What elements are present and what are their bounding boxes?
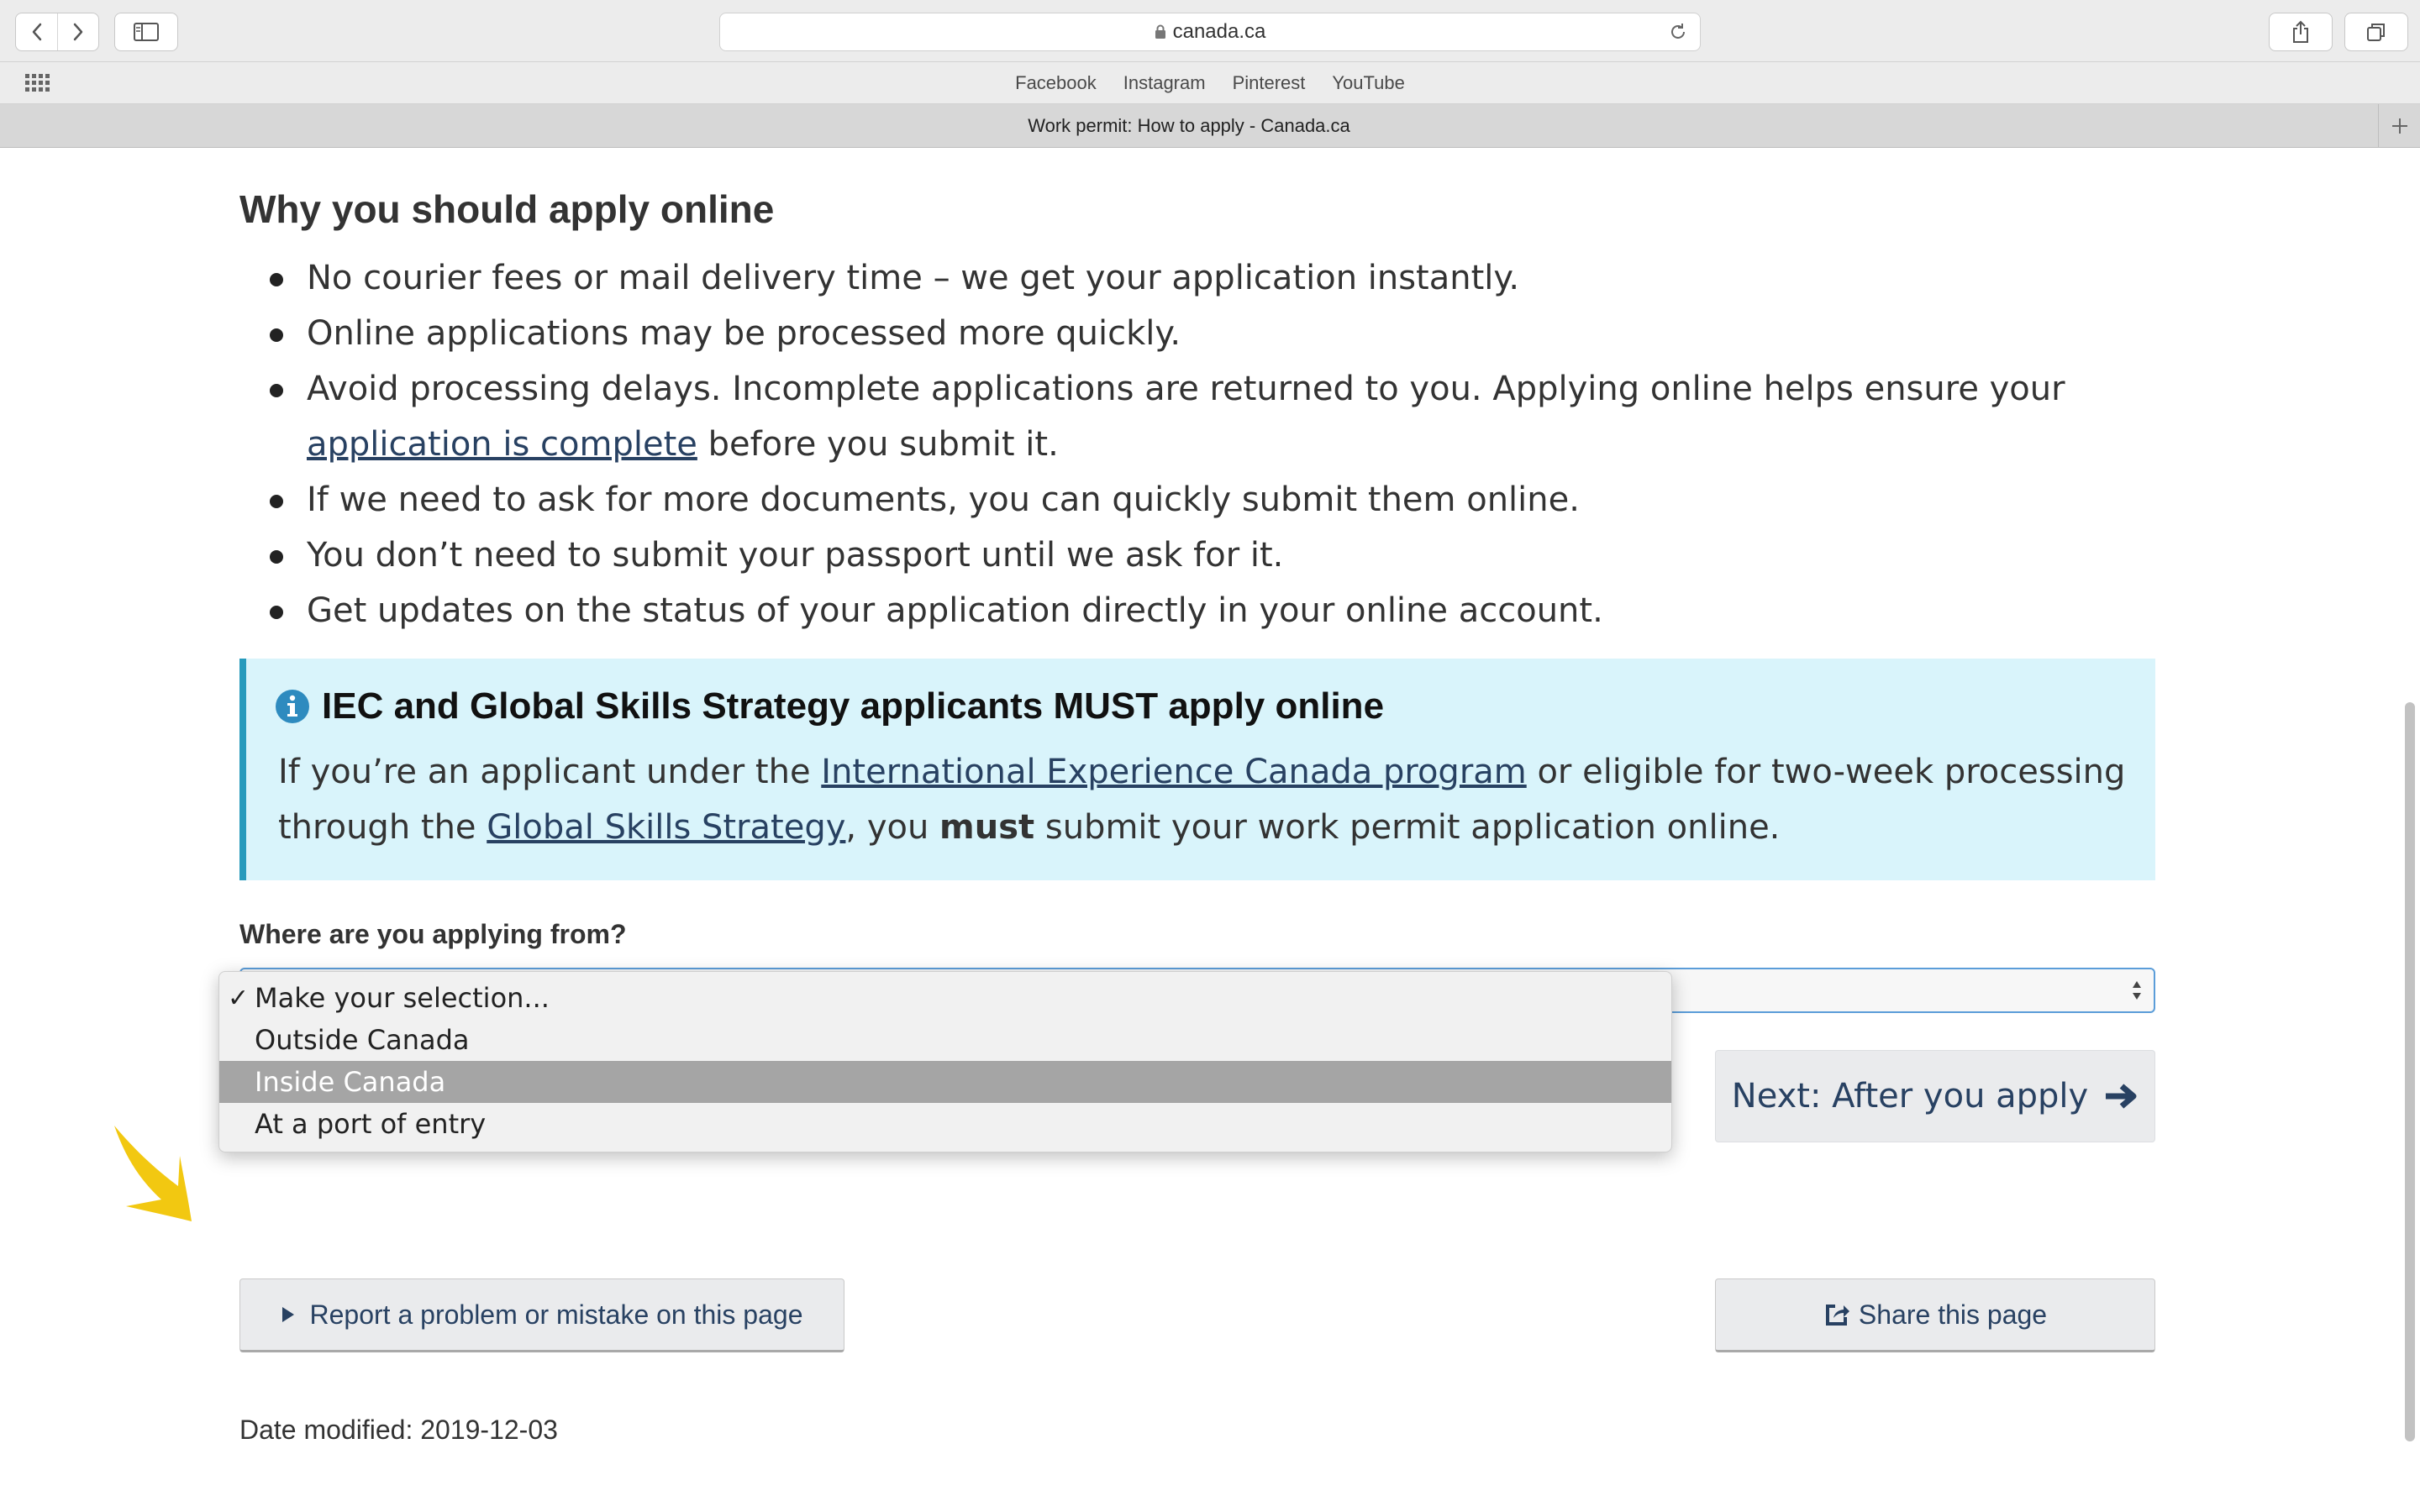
benefits-list: No courier fees or mail delivery time – … <box>239 250 2172 638</box>
pointer-arrow-icon <box>114 1126 192 1221</box>
lock-icon <box>1155 24 1165 39</box>
share-page-button[interactable]: Share this page <box>1715 1278 2155 1352</box>
active-tab[interactable]: Work permit: How to apply - Canada.ca <box>0 104 2378 148</box>
tabs-icon <box>2367 24 2385 41</box>
date-modified: Date modified: 2019-12-03 <box>239 1415 558 1445</box>
nav-buttons <box>15 13 99 51</box>
plus-icon <box>2391 118 2407 134</box>
application-complete-link[interactable]: application is complete <box>307 425 697 464</box>
favorites-list: Facebook Instagram Pinterest YouTube <box>0 62 2420 104</box>
forward-button[interactable] <box>57 13 98 50</box>
browser-toolbar: canada.ca <box>0 0 2420 62</box>
sidebar-icon <box>134 23 159 41</box>
favorite-youtube[interactable]: YouTube <box>1332 72 1404 94</box>
select-arrows-icon <box>2133 981 2141 1000</box>
favorite-instagram[interactable]: Instagram <box>1123 72 1206 94</box>
reload-icon[interactable] <box>1668 22 1688 42</box>
location-question-label: Where are you applying from? <box>239 919 627 949</box>
list-item: If we need to ask for more documents, yo… <box>239 472 2172 528</box>
triangle-right-icon <box>281 1307 294 1322</box>
back-button[interactable] <box>16 13 57 50</box>
page-scrollbar[interactable] <box>2405 702 2415 1441</box>
iec-program-link[interactable]: International Experience Canada program <box>821 753 1526 791</box>
sidebar-toggle-button[interactable] <box>114 13 178 51</box>
list-item: Get updates on the status of your applic… <box>239 583 2172 638</box>
list-item: No courier fees or mail delivery time – … <box>239 250 2172 306</box>
next-after-you-apply-button[interactable]: Next: After you apply <box>1715 1050 2155 1142</box>
chevron-left-icon <box>32 23 41 41</box>
global-skills-strategy-link[interactable]: Global Skills Strategy <box>487 808 845 847</box>
tab-title: Work permit: How to apply - Canada.ca <box>1028 115 1350 136</box>
share-toolbar-button[interactable] <box>2269 13 2333 51</box>
alert-title: IEC and Global Skills Strategy applicant… <box>275 685 1384 727</box>
tab-overview-button[interactable] <box>2344 13 2408 51</box>
list-item: Avoid processing delays. Incomplete appl… <box>239 361 2172 472</box>
section-heading: Why you should apply online <box>239 187 775 231</box>
option-inside-canada[interactable]: Inside Canada <box>219 1061 1671 1103</box>
address-text: canada.ca <box>1172 20 1266 43</box>
info-icon <box>276 690 309 723</box>
web-page: Why you should apply online No courier f… <box>0 148 2420 1512</box>
info-alert: IEC and Global Skills Strategy applicant… <box>239 659 2155 880</box>
option-outside-canada[interactable]: Outside Canada <box>219 1019 1671 1061</box>
favorite-facebook[interactable]: Facebook <box>1015 72 1097 94</box>
checkmark-icon: ✓ <box>228 984 250 1013</box>
chevron-right-icon <box>73 23 83 41</box>
list-item: You don’t need to submit your passport u… <box>239 528 2172 583</box>
favorites-bar: Facebook Instagram Pinterest YouTube <box>0 62 2420 104</box>
share-square-icon <box>1825 1305 1849 1326</box>
favorite-pinterest[interactable]: Pinterest <box>1233 72 1306 94</box>
report-problem-button[interactable]: Report a problem or mistake on this page <box>239 1278 844 1352</box>
tab-bar: Work permit: How to apply - Canada.ca <box>0 104 2420 148</box>
new-tab-button[interactable] <box>2378 104 2420 148</box>
location-dropdown-menu: ✓ Make your selection... Outside Canada … <box>218 971 1672 1152</box>
address-bar[interactable]: canada.ca <box>719 13 1701 51</box>
option-port-of-entry[interactable]: At a port of entry <box>219 1103 1671 1145</box>
share-icon <box>2293 20 2308 43</box>
alert-body: If you’re an applicant under the Interna… <box>278 753 2126 847</box>
list-item: Online applications may be processed mor… <box>239 306 2172 361</box>
arrow-right-icon <box>2106 1084 2137 1109</box>
option-make-selection[interactable]: ✓ Make your selection... <box>219 977 1671 1019</box>
